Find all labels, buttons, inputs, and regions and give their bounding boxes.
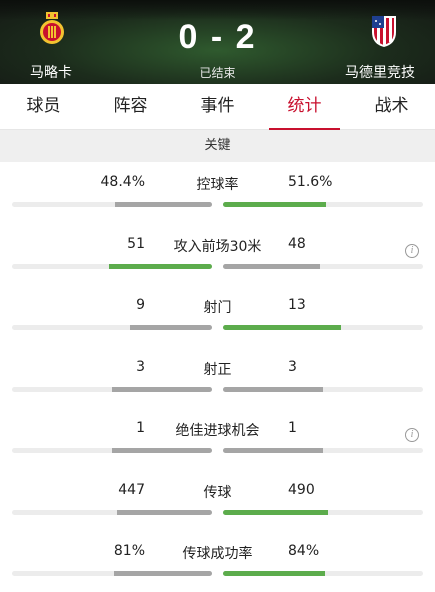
info-icon[interactable]: i <box>405 428 419 442</box>
stat-row: 9 射门 13 <box>0 285 435 347</box>
home-bar-fill <box>109 263 212 269</box>
stat-label: 控球率 <box>196 177 239 193</box>
home-bar-fill <box>115 202 212 207</box>
info-icon[interactable]: i <box>405 243 419 258</box>
away-bar-fill <box>223 448 323 453</box>
home-bar-track <box>12 386 212 392</box>
away-bar-track <box>223 263 423 269</box>
tab-lineup[interactable]: 阵容 <box>87 84 174 129</box>
away-score: 2 <box>235 18 257 56</box>
home-bar-track <box>12 202 212 207</box>
stat-row: 447 传球 490 <box>0 470 435 532</box>
home-bar-fill <box>112 448 212 453</box>
away-bar-fill <box>223 571 325 576</box>
away-team-name: 马德里竞技 <box>345 65 415 81</box>
away-bar-track <box>223 571 423 576</box>
stat-away-value: 51.6% <box>288 174 333 190</box>
stat-row: 1 绝佳进球机会 1 i <box>0 408 435 470</box>
home-bar-fill <box>112 386 212 392</box>
stats-list: 48.4% 控球率 51.6% 51 攻入前场30米 48 i 9 射门 13 3 射正 3 1 绝佳进球机… <box>0 162 435 592</box>
stat-row: 81% 传球成功率 84% <box>0 531 435 592</box>
home-bar-track <box>12 325 212 330</box>
stat-label: 绝佳进球机会 <box>175 423 260 439</box>
stat-row: 48.4% 控球率 51.6% <box>0 162 435 224</box>
away-bar-fill <box>223 509 328 515</box>
stat-label: 攻入前场30米 <box>173 238 262 255</box>
away-bar-track <box>223 386 423 392</box>
away-bar-fill <box>223 386 323 392</box>
away-bar-track <box>223 325 423 330</box>
away-bar-fill <box>223 202 327 207</box>
section-title: 关键 <box>0 130 435 162</box>
home-bar-fill <box>113 571 212 576</box>
stat-label: 射正 <box>203 361 232 378</box>
tab-stats[interactable]: 统计 <box>261 84 348 130</box>
home-bar-track <box>12 263 212 269</box>
home-bar-track <box>12 448 212 453</box>
home-score: 0 <box>178 18 200 56</box>
stat-label: 传球 <box>203 484 232 501</box>
home-bar-fill <box>116 509 212 515</box>
stat-away-value: 490 <box>288 481 315 498</box>
away-bar-track <box>223 202 423 207</box>
tab-bar: 球员 阵容 事件 统计 战术 <box>0 84 435 130</box>
away-bar-track <box>223 509 423 515</box>
away-bar-track <box>223 448 423 453</box>
stat-row: 3 射正 3 <box>0 347 435 409</box>
stat-away-value: 84% <box>288 543 320 559</box>
match-header: 马略卡 0 - 2 已结束 马德里竞技 <box>0 0 435 84</box>
stat-row: 51 攻入前场30米 48 i <box>0 224 435 286</box>
away-bar-fill <box>223 325 342 330</box>
score-separator: - <box>210 18 225 56</box>
stat-label: 射门 <box>203 300 232 316</box>
home-bar-track <box>12 509 212 515</box>
stat-away-value: 48 <box>288 235 306 252</box>
tab-tactics[interactable]: 战术 <box>348 84 435 129</box>
stat-label: 传球成功率 <box>182 546 253 562</box>
stat-away-value: 13 <box>288 297 306 313</box>
atletico-crest-icon[interactable] <box>370 12 398 48</box>
tab-players[interactable]: 球员 <box>0 84 87 129</box>
home-bar-fill <box>130 325 212 330</box>
stat-away-value: 3 <box>288 358 297 375</box>
away-bar-fill <box>223 263 320 269</box>
stat-away-value: 1 <box>288 420 297 436</box>
tab-events[interactable]: 事件 <box>174 84 261 129</box>
home-bar-track <box>12 571 212 576</box>
